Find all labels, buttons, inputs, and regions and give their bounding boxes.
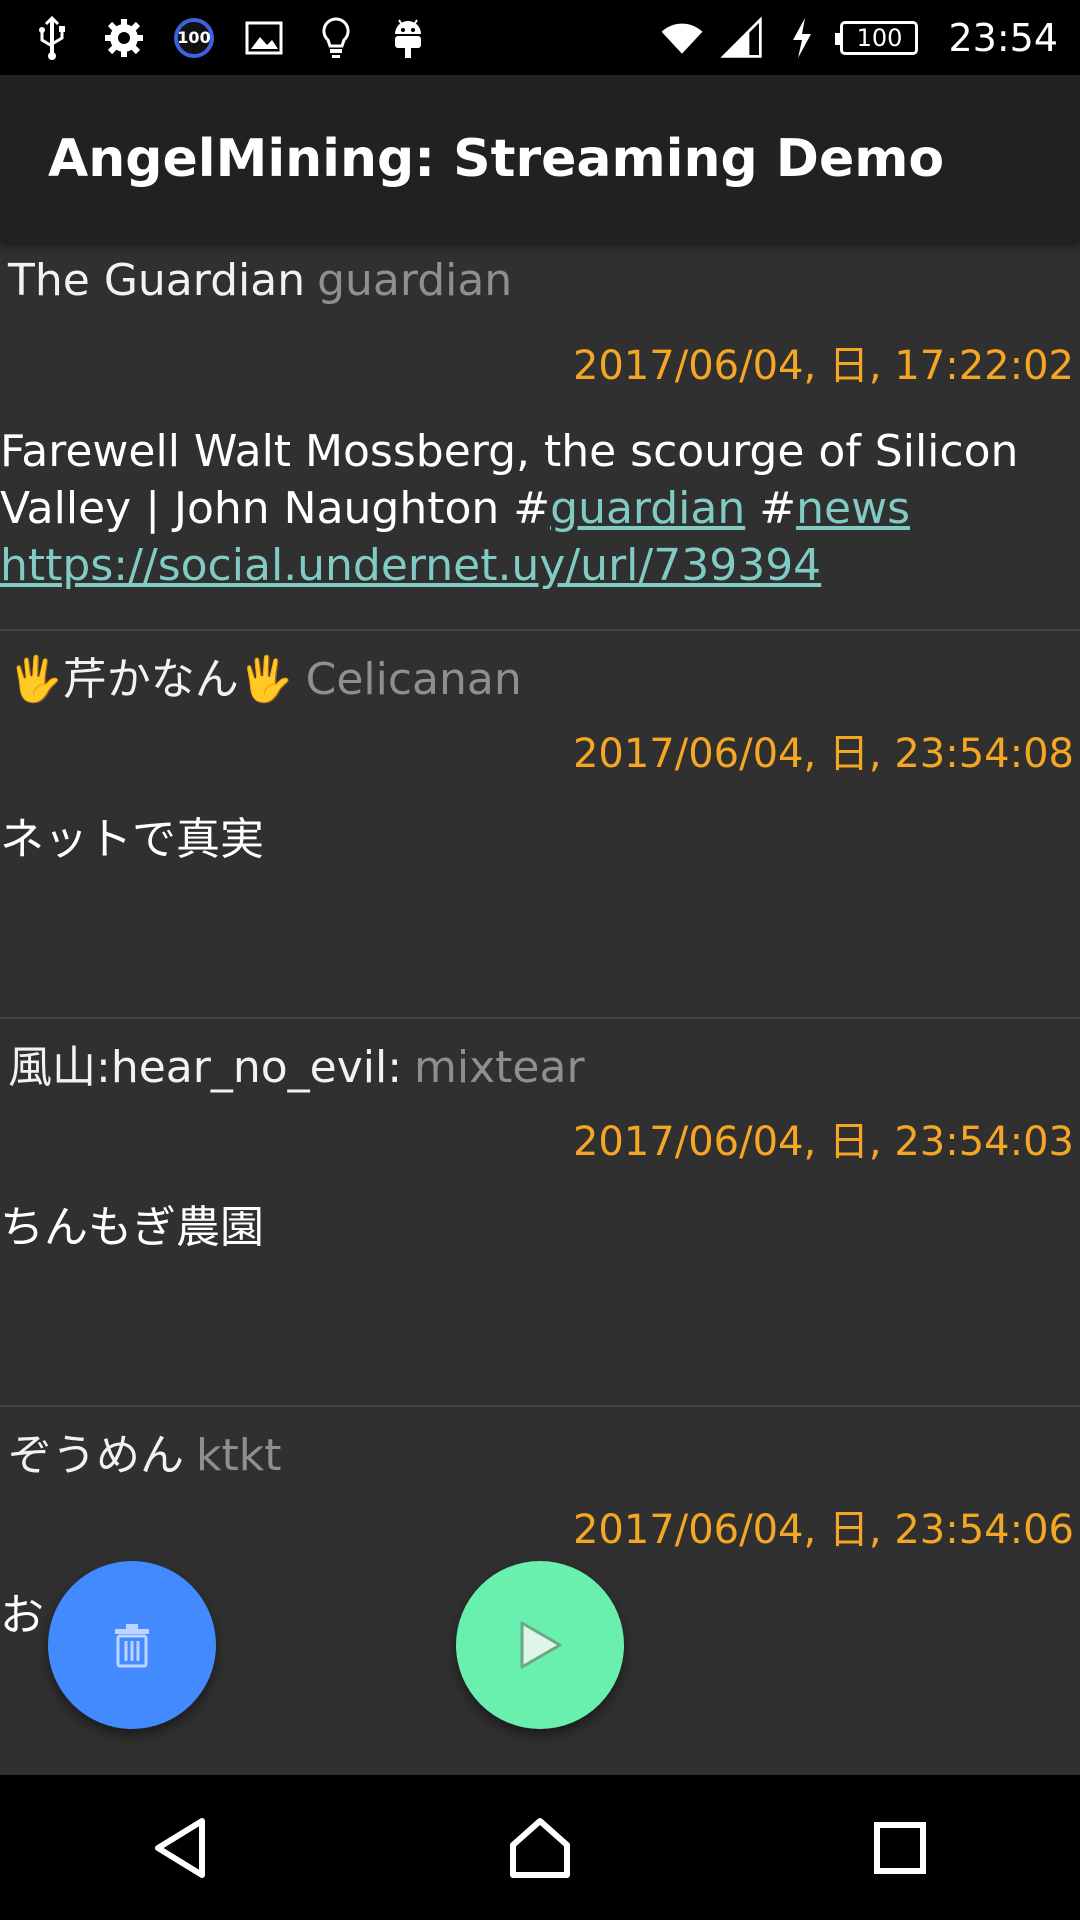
home-button[interactable]: [480, 1788, 600, 1908]
status-bar: 100 100 23:54: [0, 0, 1080, 75]
lightbulb-icon: [314, 16, 358, 60]
home-icon: [510, 1817, 570, 1878]
feed-item[interactable]: 風山:hear_no_evil: mixtear 2017/06/04, 日, 2…: [0, 1019, 1080, 1407]
author-name: ぞうめん: [8, 1430, 184, 1481]
author-handle: guardian: [317, 255, 513, 306]
charging-icon: [780, 16, 824, 60]
item-date: 2017/06/04, 日, 23:54:08: [572, 731, 1074, 777]
item-header: The Guardian guardian: [8, 255, 512, 306]
hashtag-link[interactable]: news: [796, 483, 910, 534]
raised-hand-icon: 🖐: [8, 654, 63, 705]
item-text-part: #: [745, 483, 797, 534]
url-link[interactable]: https://social.undernet.uy/url/739394: [0, 540, 821, 591]
feed-item[interactable]: The Guardian guardian 2017/06/04, 日, 17:2…: [0, 243, 1080, 631]
gear-icon: [102, 16, 146, 60]
item-header: 風山:hear_no_evil: mixtear: [8, 1031, 585, 1095]
feed-item[interactable]: 🖐芹かなん🖐 Celicanan 2017/06/04, 日, 23:54:08 …: [0, 631, 1080, 1019]
hashtag-link[interactable]: guardian: [550, 483, 745, 534]
wifi-icon: [660, 16, 704, 60]
item-text: ちんもぎ農園: [0, 1202, 264, 1253]
author-handle: ktkt: [196, 1430, 282, 1481]
recents-button[interactable]: [840, 1788, 960, 1908]
item-header: ぞうめん ktkt: [8, 1419, 281, 1483]
delete-button[interactable]: [48, 1561, 216, 1729]
author-name: 風山:hear_no_evil:: [8, 1042, 403, 1093]
battery-icon: 100: [835, 20, 919, 55]
trash-icon: [115, 1624, 149, 1668]
back-button[interactable]: [120, 1788, 240, 1908]
author-name: 芹かなん: [62, 654, 239, 705]
data-usage-badge: 100: [174, 17, 214, 58]
item-text: Farewell Walt Mossberg, the scourge of S…: [0, 423, 1060, 594]
status-clock: 23:54: [948, 15, 1058, 60]
item-date: 2017/06/04, 日, 17:22:02: [572, 343, 1074, 389]
item-text: ネットで真実: [0, 814, 264, 865]
item-header: 🖐芹かなん🖐 Celicanan: [8, 643, 522, 707]
author-handle: Celicanan: [305, 654, 522, 705]
image-icon: [242, 16, 286, 60]
author-handle: mixtear: [414, 1042, 585, 1093]
app-title: AngelMining: Streaming Demo: [48, 129, 945, 189]
signal-icon: [720, 15, 764, 60]
android-icon: [386, 16, 430, 60]
app-bar: AngelMining: Streaming Demo: [0, 75, 1080, 243]
author-name: The Guardian: [8, 255, 306, 306]
navigation-bar: [0, 1775, 1080, 1920]
raised-hand-icon: 🖐: [238, 654, 294, 705]
usb-icon: [30, 15, 74, 60]
item-date: 2017/06/04, 日, 23:54:06: [572, 1507, 1074, 1553]
recents-icon: [874, 1821, 926, 1874]
play-button[interactable]: [456, 1561, 624, 1729]
play-icon: [520, 1621, 562, 1669]
feed-list[interactable]: The Guardian guardian 2017/06/04, 日, 17:2…: [0, 243, 1080, 1775]
back-icon: [155, 1817, 205, 1878]
item-date: 2017/06/04, 日, 23:54:03: [572, 1119, 1074, 1165]
